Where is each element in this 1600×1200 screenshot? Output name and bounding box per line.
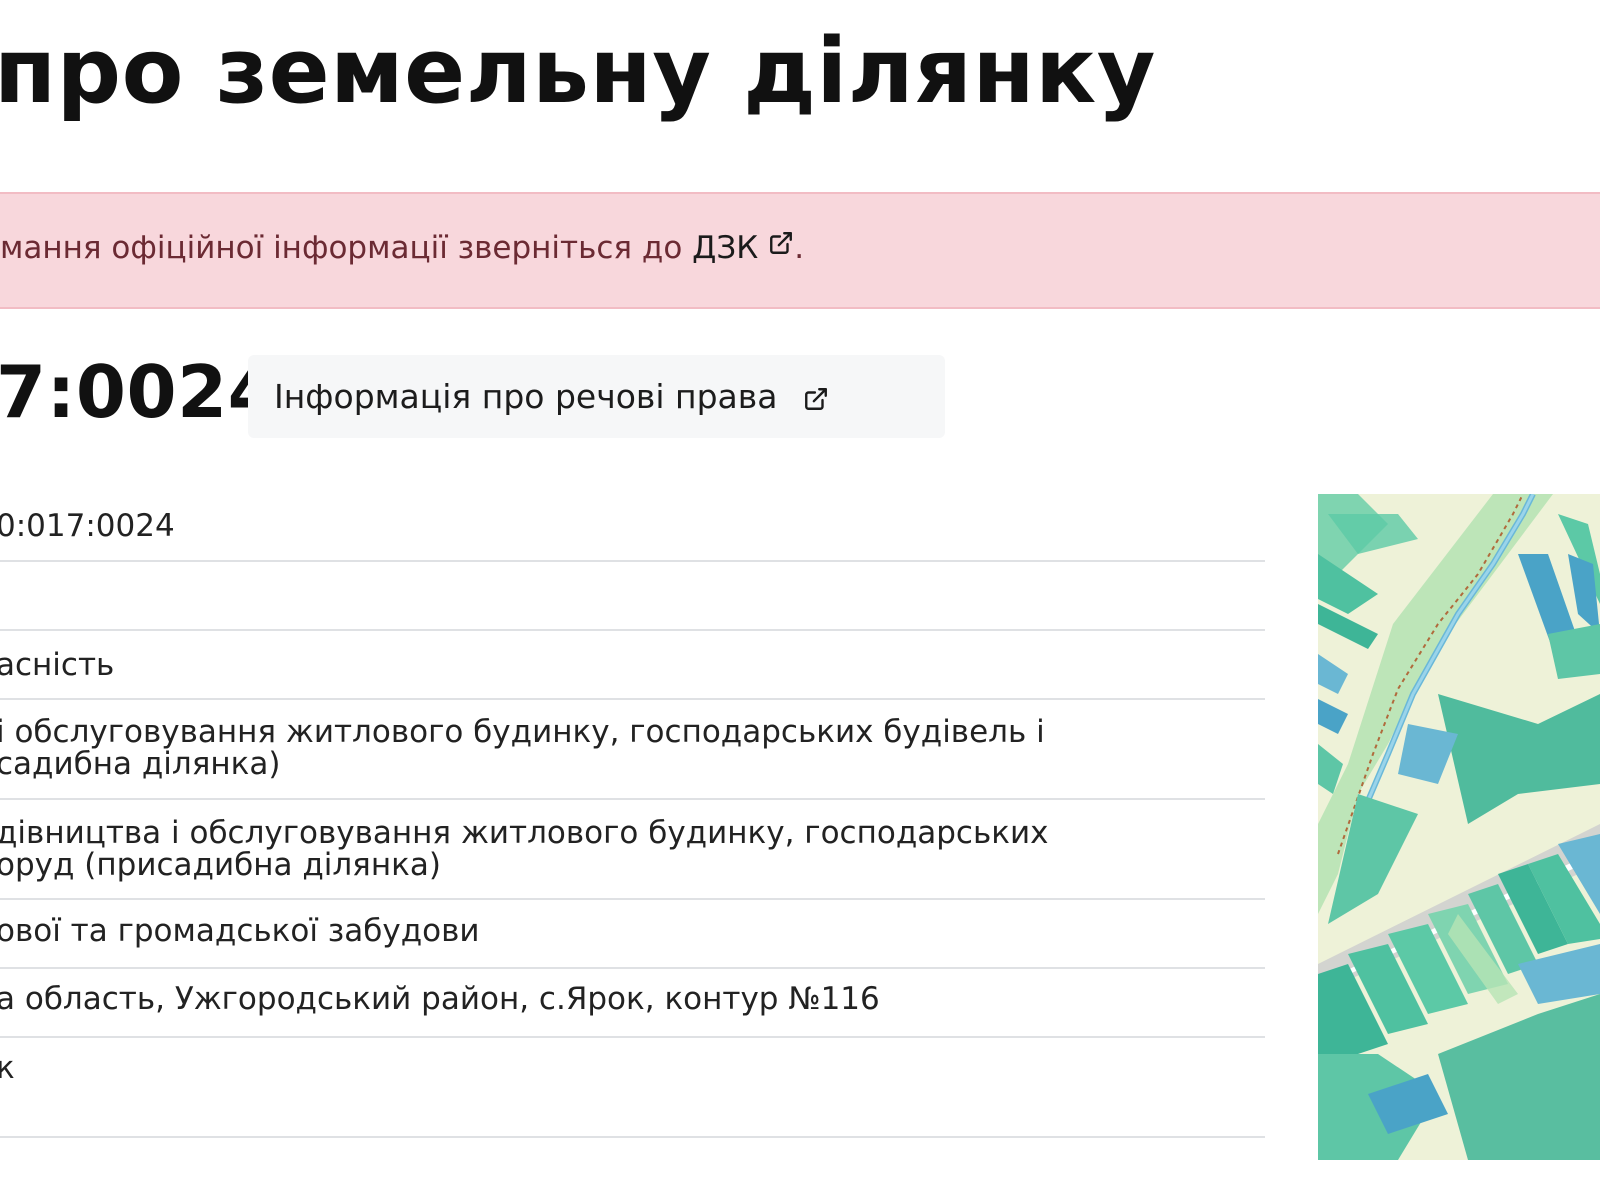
external-link-icon[interactable] <box>768 230 794 256</box>
info-row-land-category: ової та громадської забудови <box>0 900 1265 969</box>
info-row-value: 0:017:0024 <box>0 508 175 544</box>
dzk-link[interactable]: ДЗК <box>692 230 794 266</box>
property-rights-button[interactable]: Інформація про речові права <box>248 355 945 438</box>
info-row-value: а область, Ужгородський район, с.Ярок, к… <box>0 981 880 1017</box>
map-graphic[interactable] <box>1318 494 1600 1160</box>
alert-text: мання офіційної інформації зверніться до <box>0 230 693 266</box>
info-alert: мання офіційної інформації зверніться до… <box>0 192 1600 309</box>
page: про земельну ділянку мання офіційної інф… <box>0 0 1600 1200</box>
info-row-value: ової та громадської забудови <box>0 913 480 949</box>
info-row-value: к <box>0 1052 15 1084</box>
info-row-value: асність <box>0 647 115 683</box>
info-row-cadastral-number: 0:017:0024 <box>0 488 1265 562</box>
info-row-area <box>0 562 1265 631</box>
info-row-ownership: асність <box>0 631 1265 700</box>
info-row-value: дівництва і обслуговування житлового буд… <box>0 815 1049 883</box>
cadastral-map-thumbnail[interactable] <box>1318 494 1600 1160</box>
external-link-icon[interactable] <box>803 386 829 412</box>
alert-text-wrapper: мання офіційної інформації зверніться до… <box>0 230 804 266</box>
info-row-last: к <box>0 1038 1265 1138</box>
dzk-link-label[interactable]: ДЗК <box>692 230 758 266</box>
parcel-info-table: 0:017:0024 асність і обслуговування житл… <box>0 488 1265 1138</box>
info-row-purpose: і обслуговування житлового будинку, госп… <box>0 700 1265 800</box>
property-rights-button-label[interactable]: Інформація про речові права <box>274 377 777 416</box>
info-row-purpose-code: дівництва і обслуговування житлового буд… <box>0 800 1265 900</box>
info-row-location: а область, Ужгородський район, с.Ярок, к… <box>0 969 1265 1038</box>
alert-suffix: . <box>794 230 805 266</box>
cadastral-number: 7:0024 <box>0 350 279 434</box>
page-title: про земельну ділянку <box>0 19 1156 124</box>
info-row-value: і обслуговування житлового будинку, госп… <box>0 714 1045 782</box>
